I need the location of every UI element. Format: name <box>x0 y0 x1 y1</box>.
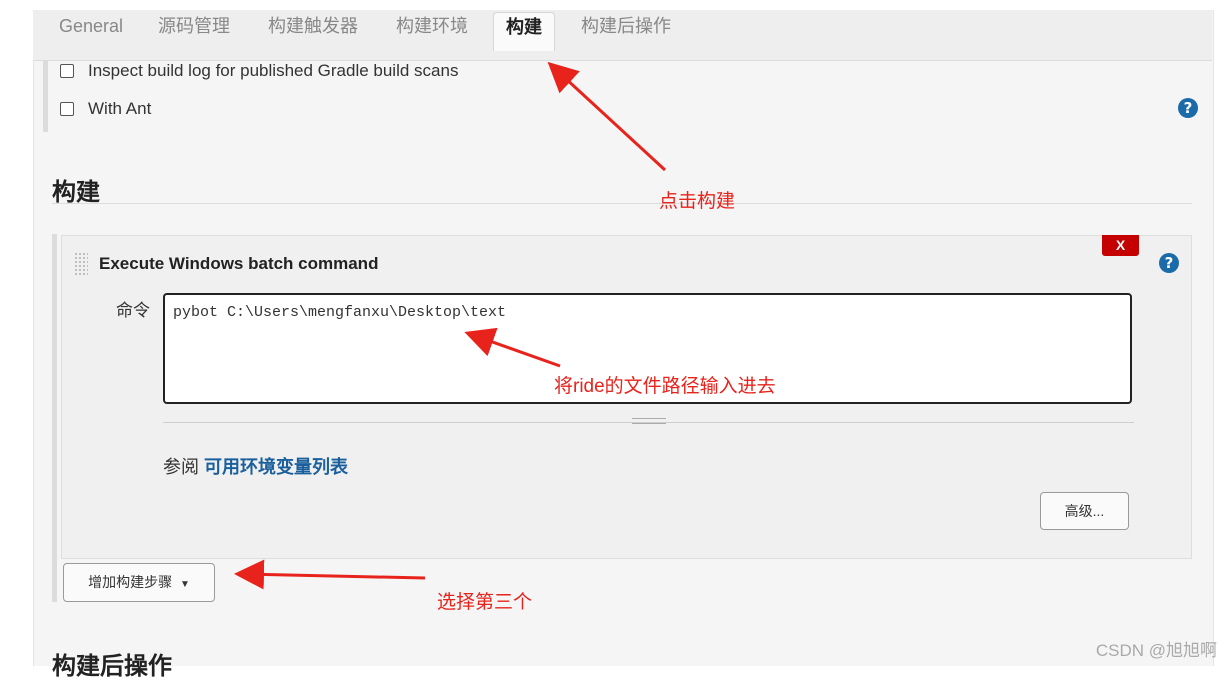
annotation-click-build: 点击构建 <box>659 191 736 212</box>
annotation-arrows <box>234 61 667 590</box>
arrow-to-command <box>464 327 561 368</box>
watermark: CSDN @旭旭啊 <box>1095 641 1217 660</box>
arrow-to-build-tab <box>547 61 667 172</box>
annotation-enter-path: 将ride的文件路径输入进去 <box>554 376 776 397</box>
arrow-to-add-step <box>234 559 426 590</box>
annotation-choose-third: 选择第三个 <box>437 592 533 613</box>
